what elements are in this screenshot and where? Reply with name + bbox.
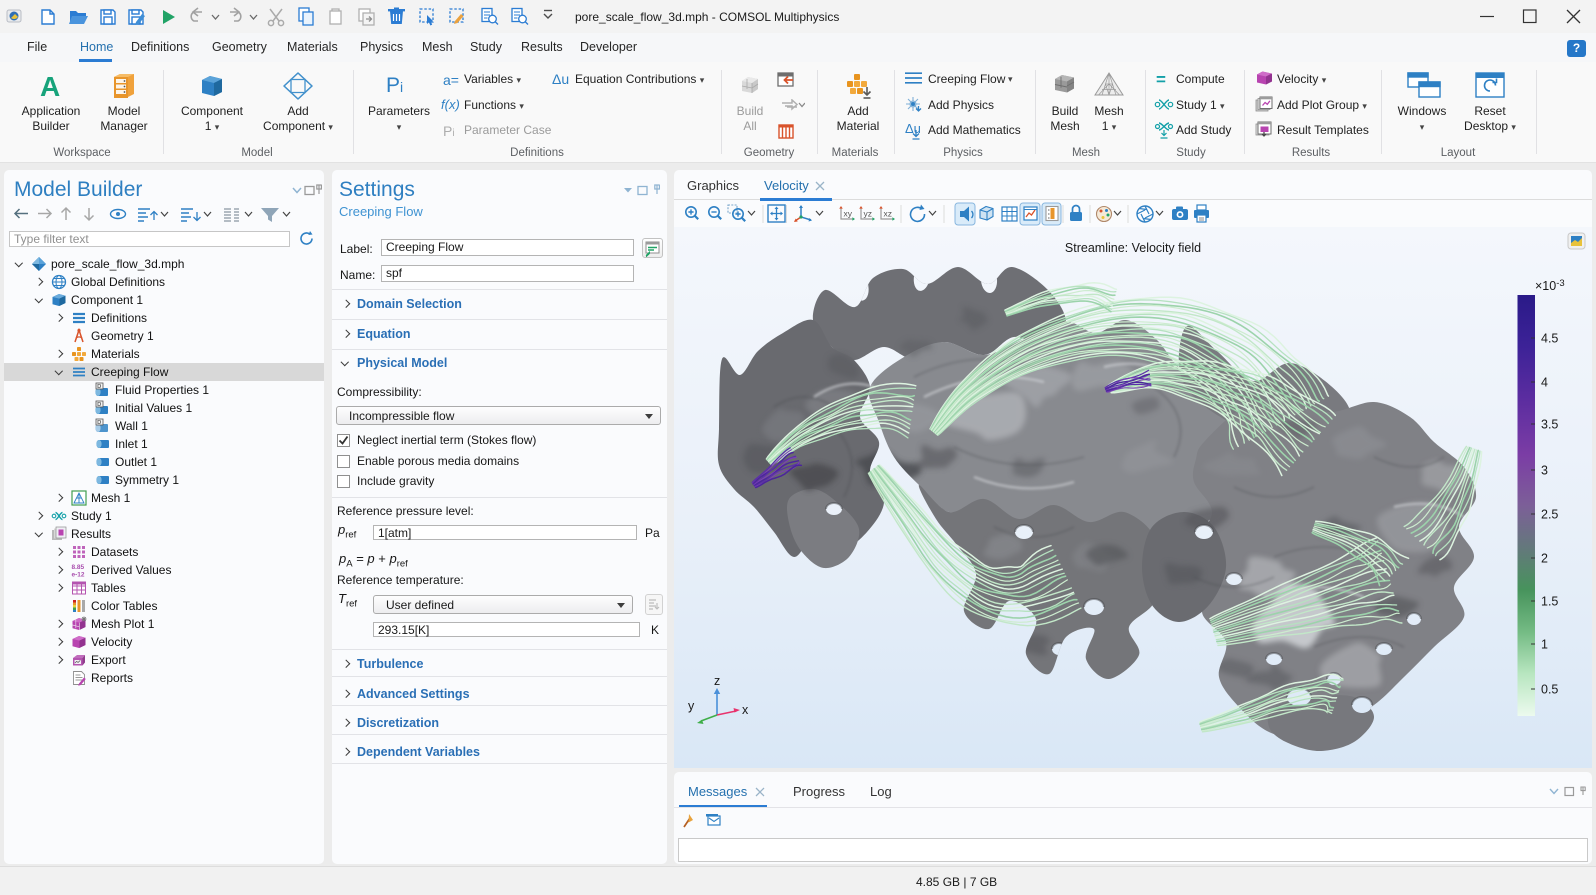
svg-text:z: z: [714, 674, 720, 688]
svg-text:y: y: [688, 699, 695, 713]
svg-text:xz: xz: [884, 209, 893, 219]
svg-text:4: 4: [1541, 376, 1548, 390]
svg-text:8.85: 8.85: [72, 564, 85, 571]
svg-text:Streamline: Velocity field: Streamline: Velocity field: [1065, 241, 1201, 255]
svg-text:x: x: [742, 703, 749, 717]
svg-text:1: 1: [1541, 638, 1548, 652]
svg-text:3: 3: [1541, 464, 1548, 478]
svg-text:D: D: [97, 384, 101, 390]
svg-text:e-12: e-12: [72, 572, 85, 579]
svg-text:2.5: 2.5: [1541, 508, 1558, 522]
svg-text:yz: yz: [864, 209, 873, 219]
svg-text:D: D: [97, 420, 101, 426]
svg-text:4.5: 4.5: [1541, 332, 1558, 346]
svg-text:0.5: 0.5: [1541, 683, 1558, 697]
svg-text:1.5: 1.5: [1541, 595, 1558, 609]
svg-text:xy: xy: [844, 209, 853, 219]
svg-text:D: D: [97, 402, 101, 408]
svg-text:2: 2: [1541, 552, 1548, 566]
svg-text:3.5: 3.5: [1541, 418, 1558, 432]
